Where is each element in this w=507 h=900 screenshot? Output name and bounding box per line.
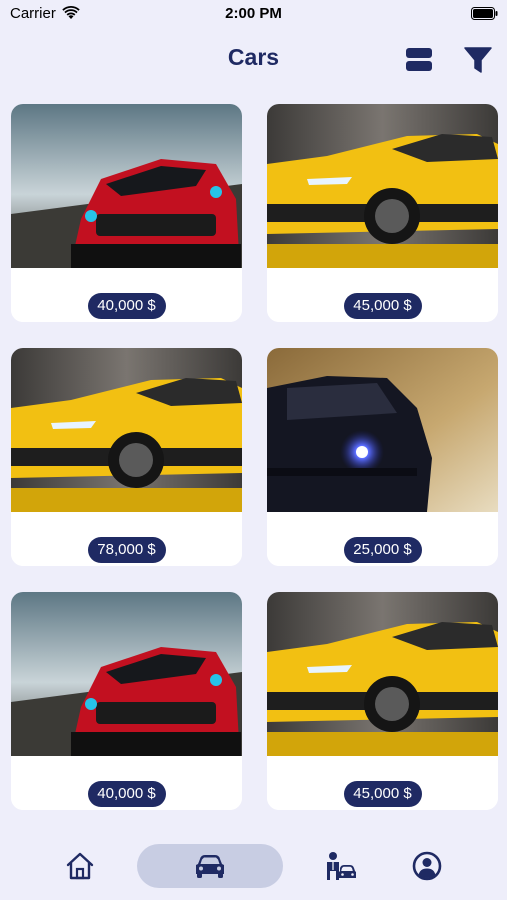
- car-image-red-sports-car: [11, 104, 242, 268]
- car-card[interactable]: 40,000 $: [11, 592, 242, 810]
- car-image-yellow-sports-car: [267, 592, 498, 756]
- car-card[interactable]: 25,000 $: [267, 348, 498, 566]
- tab-profile[interactable]: [405, 844, 449, 888]
- dealer-icon: [327, 852, 356, 880]
- car-card[interactable]: 40,000 $: [11, 104, 242, 322]
- battery-icon: [471, 7, 498, 20]
- car-icon: [196, 855, 224, 878]
- price-badge: 45,000 $: [343, 293, 422, 319]
- price-badge: 25,000 $: [343, 537, 422, 563]
- car-image-dark-blue-car-headlight: [267, 348, 498, 512]
- home-icon: [66, 852, 94, 880]
- price-badge: 45,000 $: [343, 781, 422, 807]
- status-time: 2:00 PM: [225, 5, 282, 22]
- view-rows-icon: [406, 48, 432, 71]
- status-bar: Carrier 2:00 PM: [0, 0, 507, 28]
- car-image-yellow-sports-car: [11, 348, 242, 512]
- car-image-yellow-sports-car: [267, 104, 498, 268]
- filter-button[interactable]: [462, 43, 494, 75]
- tab-cars[interactable]: [137, 844, 283, 888]
- tab-home[interactable]: [58, 844, 102, 888]
- price-badge: 78,000 $: [87, 537, 166, 563]
- tab-bar: [0, 838, 507, 900]
- app-header: Cars: [0, 40, 507, 80]
- price-badge: 40,000 $: [87, 293, 166, 319]
- profile-icon: [412, 851, 442, 881]
- filter-icon: [464, 47, 492, 73]
- car-card[interactable]: 78,000 $: [11, 348, 242, 566]
- car-card[interactable]: 45,000 $: [267, 104, 498, 322]
- car-image-red-sports-car: [11, 592, 242, 756]
- car-card[interactable]: 45,000 $: [267, 592, 498, 810]
- tab-dealers[interactable]: [318, 844, 362, 888]
- layout-toggle-button[interactable]: [403, 43, 435, 75]
- price-badge: 40,000 $: [87, 781, 166, 807]
